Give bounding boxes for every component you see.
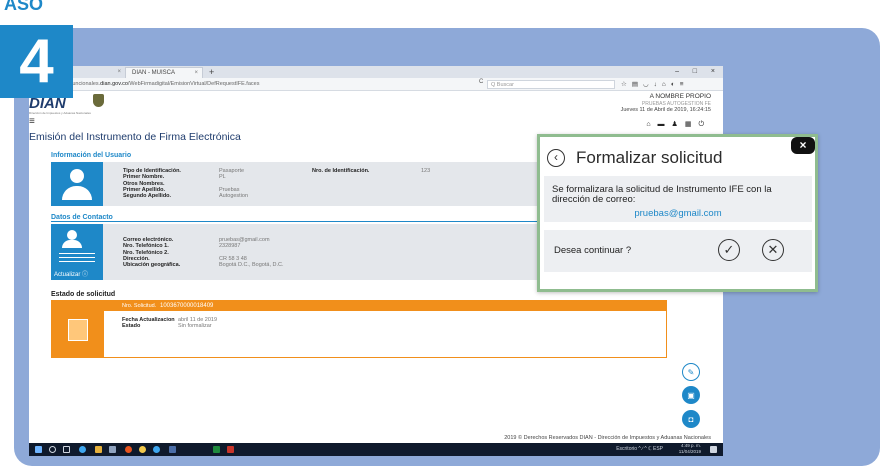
- minimize-icon[interactable]: –: [675, 66, 679, 78]
- dialog-message-box: Se formalizara la solicitud de Instrumen…: [544, 176, 812, 222]
- folder-icon[interactable]: ▬: [658, 121, 672, 128]
- user-info: A NOMBRE PROPIO PRUEBAS AUTOGESTION FE J…: [620, 93, 711, 113]
- star-icon[interactable]: ☆: [621, 81, 632, 88]
- person-icon[interactable]: ♟: [672, 121, 685, 128]
- id-value: 123: [421, 168, 431, 174]
- home-icon[interactable]: ⌂: [646, 121, 657, 128]
- section-estado-title: Estado de solicitud: [51, 291, 116, 298]
- menu-icon[interactable]: ≡: [680, 81, 689, 88]
- document-icon: [52, 301, 104, 358]
- header-icons: ⌂▬♟▦⏻: [646, 120, 711, 129]
- nro-solicitud: 1003670000018409: [160, 303, 214, 309]
- edge-icon[interactable]: [79, 446, 86, 453]
- contacto-labels: Correo electrónico. Nro. Telefónico 1. Nro…: [123, 237, 181, 269]
- contact-card-icon: [51, 224, 103, 271]
- section-usuario-title: Información del Usuario: [51, 152, 132, 159]
- edit-button[interactable]: ✎: [682, 363, 700, 381]
- logo-subtitle: Dirección de Impuestos y Aduanas Naciona…: [29, 111, 91, 115]
- confirm-button[interactable]: ✓: [718, 239, 740, 261]
- page-title: Emisión del Instrumento de Firma Electró…: [29, 131, 241, 143]
- store-icon[interactable]: [109, 446, 116, 453]
- tab-previous[interactable]: ×: [73, 67, 125, 78]
- close-window-icon[interactable]: ×: [711, 66, 715, 78]
- estado-values: abril 11 de 2019 Sin formalizar: [178, 317, 218, 330]
- page-header: DIAN Dirección de Impuestos y Aduanas Na…: [29, 91, 723, 129]
- search-input[interactable]: Q Buscar: [487, 80, 615, 89]
- back-icon[interactable]: ‹: [547, 149, 565, 167]
- chrome-icon[interactable]: [139, 446, 146, 453]
- start-icon[interactable]: [35, 446, 42, 453]
- excel-icon[interactable]: [213, 446, 220, 453]
- calendar-icon[interactable]: ▦: [685, 121, 699, 128]
- firefox-icon[interactable]: [125, 446, 132, 453]
- power-icon[interactable]: ⏻: [698, 121, 711, 128]
- confirm-row: Desea continuar ? ✓ ✕: [544, 230, 812, 272]
- usuario-values: Pasaporte PL Pruebas Autogestion: [219, 168, 249, 200]
- pdf-icon[interactable]: [227, 446, 234, 453]
- confirm-question: Desea continuar ?: [554, 245, 632, 256]
- save-button[interactable]: ▣: [682, 386, 700, 404]
- user-avatar-icon: [51, 162, 103, 206]
- formalizar-dialog: ‹ Formalizar solicitud Se formalizara la…: [537, 134, 818, 292]
- app-icon[interactable]: [169, 446, 176, 453]
- step-number: 4: [0, 25, 73, 98]
- hamburger-menu-icon[interactable]: ≡: [29, 117, 35, 127]
- submit-button[interactable]: ◘: [682, 410, 700, 428]
- sync-icon[interactable]: ◐: [671, 81, 680, 88]
- page-footer: 2019 © Derechos Reservados DIAN - Direcc…: [504, 435, 711, 441]
- new-tab-button[interactable]: +: [209, 66, 214, 78]
- usuario-labels: Tipo de Identificación. Primer Nombre. Otr…: [123, 168, 181, 200]
- cancel-button[interactable]: ✕: [762, 239, 784, 261]
- url-field[interactable]: cefuncionales.dian.gov.co/WebFirmadigita…: [65, 80, 491, 89]
- tab-dian-muisca[interactable]: DIAN - MUISCA ×: [125, 67, 203, 78]
- step-label: ASO: [4, 0, 44, 14]
- id-label: Nro. de Identificación.: [312, 168, 370, 174]
- dialog-title: Formalizar solicitud: [576, 148, 723, 167]
- tab-bar: × DIAN - MUISCA × + – □ ×: [29, 66, 723, 78]
- disk-icon: ◘: [688, 414, 694, 424]
- estado-panel: Nro. Solicitud. 1003670000018409 Fecha A…: [51, 300, 667, 358]
- contacto-values: pruebas@gmail.com 2328987 CR 58 3 48 Bogotá…: [219, 237, 284, 269]
- estado-labels: Fecha Actualizacion Estado: [122, 317, 175, 330]
- actualizar-button[interactable]: Actualizar ⓘ: [51, 271, 103, 280]
- clock[interactable]: 4:49 p. m. 11/04/2019: [679, 443, 701, 455]
- browser-toolbar: ☆▤◡↓⌂◐≡: [621, 80, 689, 89]
- download-icon[interactable]: ↓: [654, 81, 662, 88]
- explorer-icon[interactable]: [95, 446, 102, 453]
- save-icon: ▣: [687, 390, 695, 400]
- address-bar: cefuncionales.dian.gov.co/WebFirmadigita…: [29, 78, 723, 91]
- dialog-message: Se formalizara la solicitud de Instrumen…: [552, 184, 772, 205]
- search-icon[interactable]: [49, 446, 56, 453]
- system-tray[interactable]: Escritorio ^ ∕ ^ ℂ ESP: [616, 443, 663, 456]
- reading-list-icon[interactable]: ▤: [632, 81, 643, 88]
- close-tab-icon[interactable]: ×: [117, 67, 121, 78]
- maximize-icon[interactable]: □: [693, 66, 697, 78]
- task-view-icon[interactable]: [63, 446, 70, 453]
- coat-of-arms-icon: [93, 94, 104, 107]
- home-icon[interactable]: ⌂: [662, 81, 671, 88]
- pocket-icon[interactable]: ◡: [643, 81, 654, 88]
- windows-taskbar: Escritorio ^ ∕ ^ ℂ ESP 4:49 p. m. 11/04/2…: [29, 443, 723, 456]
- close-dialog-icon[interactable]: ×: [791, 137, 815, 154]
- reload-icon[interactable]: C: [479, 79, 483, 85]
- pencil-icon: ✎: [687, 367, 695, 377]
- dialog-email: pruebas@gmail.com: [634, 208, 722, 219]
- ie-icon[interactable]: [153, 446, 160, 453]
- estado-bar: Nro. Solicitud. 1003670000018409: [104, 301, 667, 311]
- notifications-icon[interactable]: [710, 446, 717, 453]
